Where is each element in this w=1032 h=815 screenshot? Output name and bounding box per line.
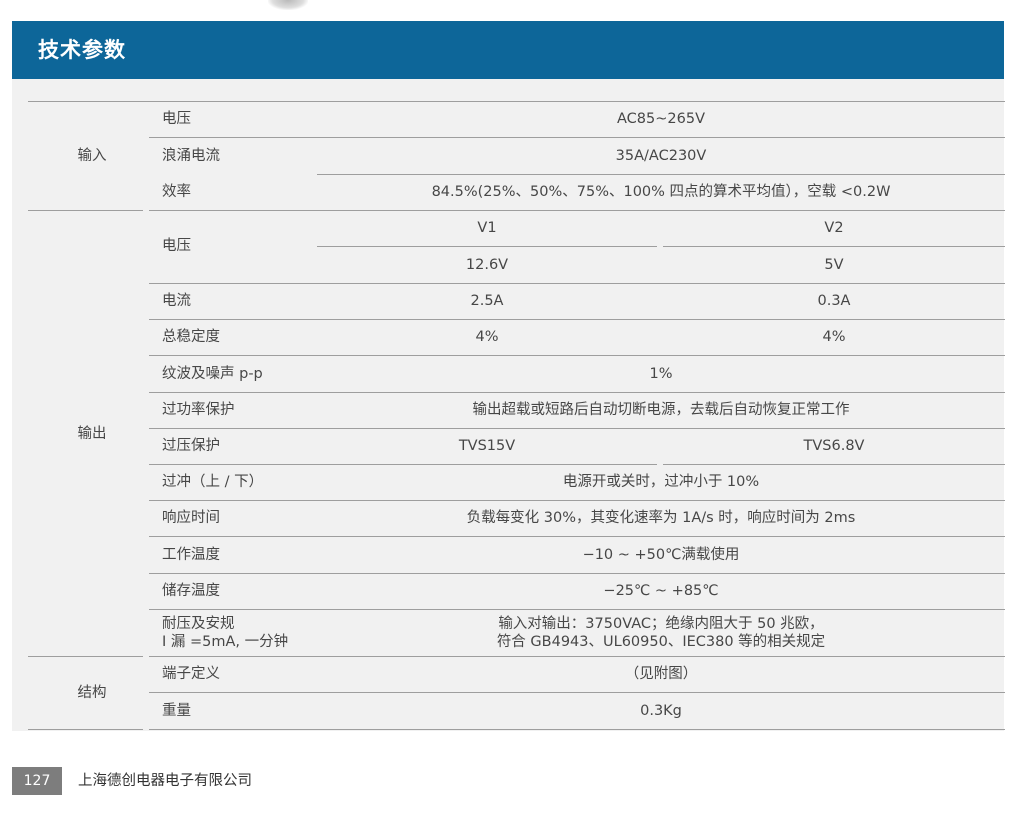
- row-label-stability: 总稳定度: [162, 329, 220, 345]
- withstand-label-line-1: 耐压及安规: [162, 616, 235, 632]
- row-label-weight: 重量: [162, 703, 191, 719]
- group-structure: 结构: [77, 685, 107, 701]
- row-label-storage-temperature: 储存温度: [162, 583, 220, 599]
- row-value-withstand-voltage: 输入对输出：3750VAC；绝缘内阻大于 50 兆欧， 符合 GB4943、UL…: [317, 615, 1005, 651]
- row-value-output-current-v2: 0.3A: [817, 293, 851, 309]
- row-label-overshoot: 过冲（上 / 下）: [162, 474, 264, 490]
- withstand-value-line-2: 符合 GB4943、UL60950、IEC380 等的相关规定: [496, 634, 826, 650]
- row-value-stability-v2: 4%: [822, 329, 846, 345]
- withstand-label-line-2: I 漏 =5mA, 一分钟: [162, 634, 289, 650]
- company-name: 上海德创电器电子有限公司: [78, 773, 252, 789]
- row-label-output-voltage: 电压: [162, 238, 191, 254]
- row-value-weight: 0.3Kg: [640, 703, 682, 719]
- row-label-response-time: 响应时间: [162, 510, 220, 526]
- group-output: 输出: [77, 426, 107, 442]
- table-rule: [149, 729, 1005, 730]
- row-value-ripple: 1%: [649, 366, 673, 382]
- row-value-storage-temperature: −25℃ ~ +85℃: [603, 583, 719, 599]
- column-header-v2: V2: [824, 220, 844, 236]
- withstand-value-line-1: 输入对输出：3750VAC；绝缘内阻大于 50 兆欧，: [498, 616, 824, 632]
- decorative-shadow: [268, 0, 308, 10]
- row-value-input-voltage: AC85~265V: [617, 111, 705, 127]
- row-label-ripple: 纹波及噪声 p-p: [162, 366, 263, 382]
- page-footer: 127 上海德创电器电子有限公司: [12, 767, 252, 795]
- row-value-efficiency: 84.5%(25%、50%、75%、100% 四点的算术平均值），空载 <0.2…: [431, 184, 891, 200]
- spec-table: 输入 输出 结构 电压 AC85~265V 浪涌电流 35A/AC230V 效率…: [12, 79, 1005, 731]
- row-label-output-current: 电流: [162, 293, 191, 309]
- section-header: 技术参数: [12, 21, 1004, 79]
- row-value-surge-current: 35A/AC230V: [615, 148, 707, 164]
- row-value-response-time: 负载每变化 30%，其变化速率为 1A/s 时，响应时间为 2ms: [466, 510, 856, 526]
- row-label-withstand-voltage: 耐压及安规 I 漏 =5mA, 一分钟: [162, 615, 288, 651]
- row-value-overshoot: 电源开或关时，过冲小于 10%: [562, 474, 760, 490]
- group-input: 输入: [77, 148, 107, 164]
- column-header-v1: V1: [477, 220, 497, 236]
- table-rule: [28, 210, 143, 211]
- row-value-terminal-definition: （见附图）: [624, 666, 698, 682]
- page-title: 技术参数: [38, 38, 126, 62]
- row-value-overvoltage-v1: TVS15V: [458, 438, 516, 454]
- row-value-output-voltage-v1: 12.6V: [465, 257, 509, 273]
- row-value-stability-v1: 4%: [475, 329, 499, 345]
- table-rule: [28, 656, 143, 657]
- page-number: 127: [12, 767, 62, 795]
- row-label-overpower: 过功率保护: [162, 402, 235, 418]
- row-label-input-voltage: 电压: [162, 111, 191, 127]
- row-label-overvoltage: 过压保护: [162, 438, 220, 454]
- row-value-output-voltage-v2: 5V: [824, 257, 844, 273]
- row-label-efficiency: 效率: [162, 184, 191, 200]
- row-value-working-temperature: −10 ~ +50℃满载使用: [582, 547, 740, 563]
- table-rule: [28, 729, 143, 730]
- row-value-output-current-v1: 2.5A: [470, 293, 504, 309]
- table-rule: [149, 609, 1005, 610]
- row-label-terminal-definition: 端子定义: [162, 666, 220, 682]
- row-label-working-temperature: 工作温度: [162, 547, 220, 563]
- row-label-surge-current: 浪涌电流: [162, 148, 220, 164]
- row-value-overpower: 输出超载或短路后自动切断电源，去载后自动恢复正常工作: [472, 402, 850, 418]
- row-value-overvoltage-v2: TVS6.8V: [803, 438, 865, 454]
